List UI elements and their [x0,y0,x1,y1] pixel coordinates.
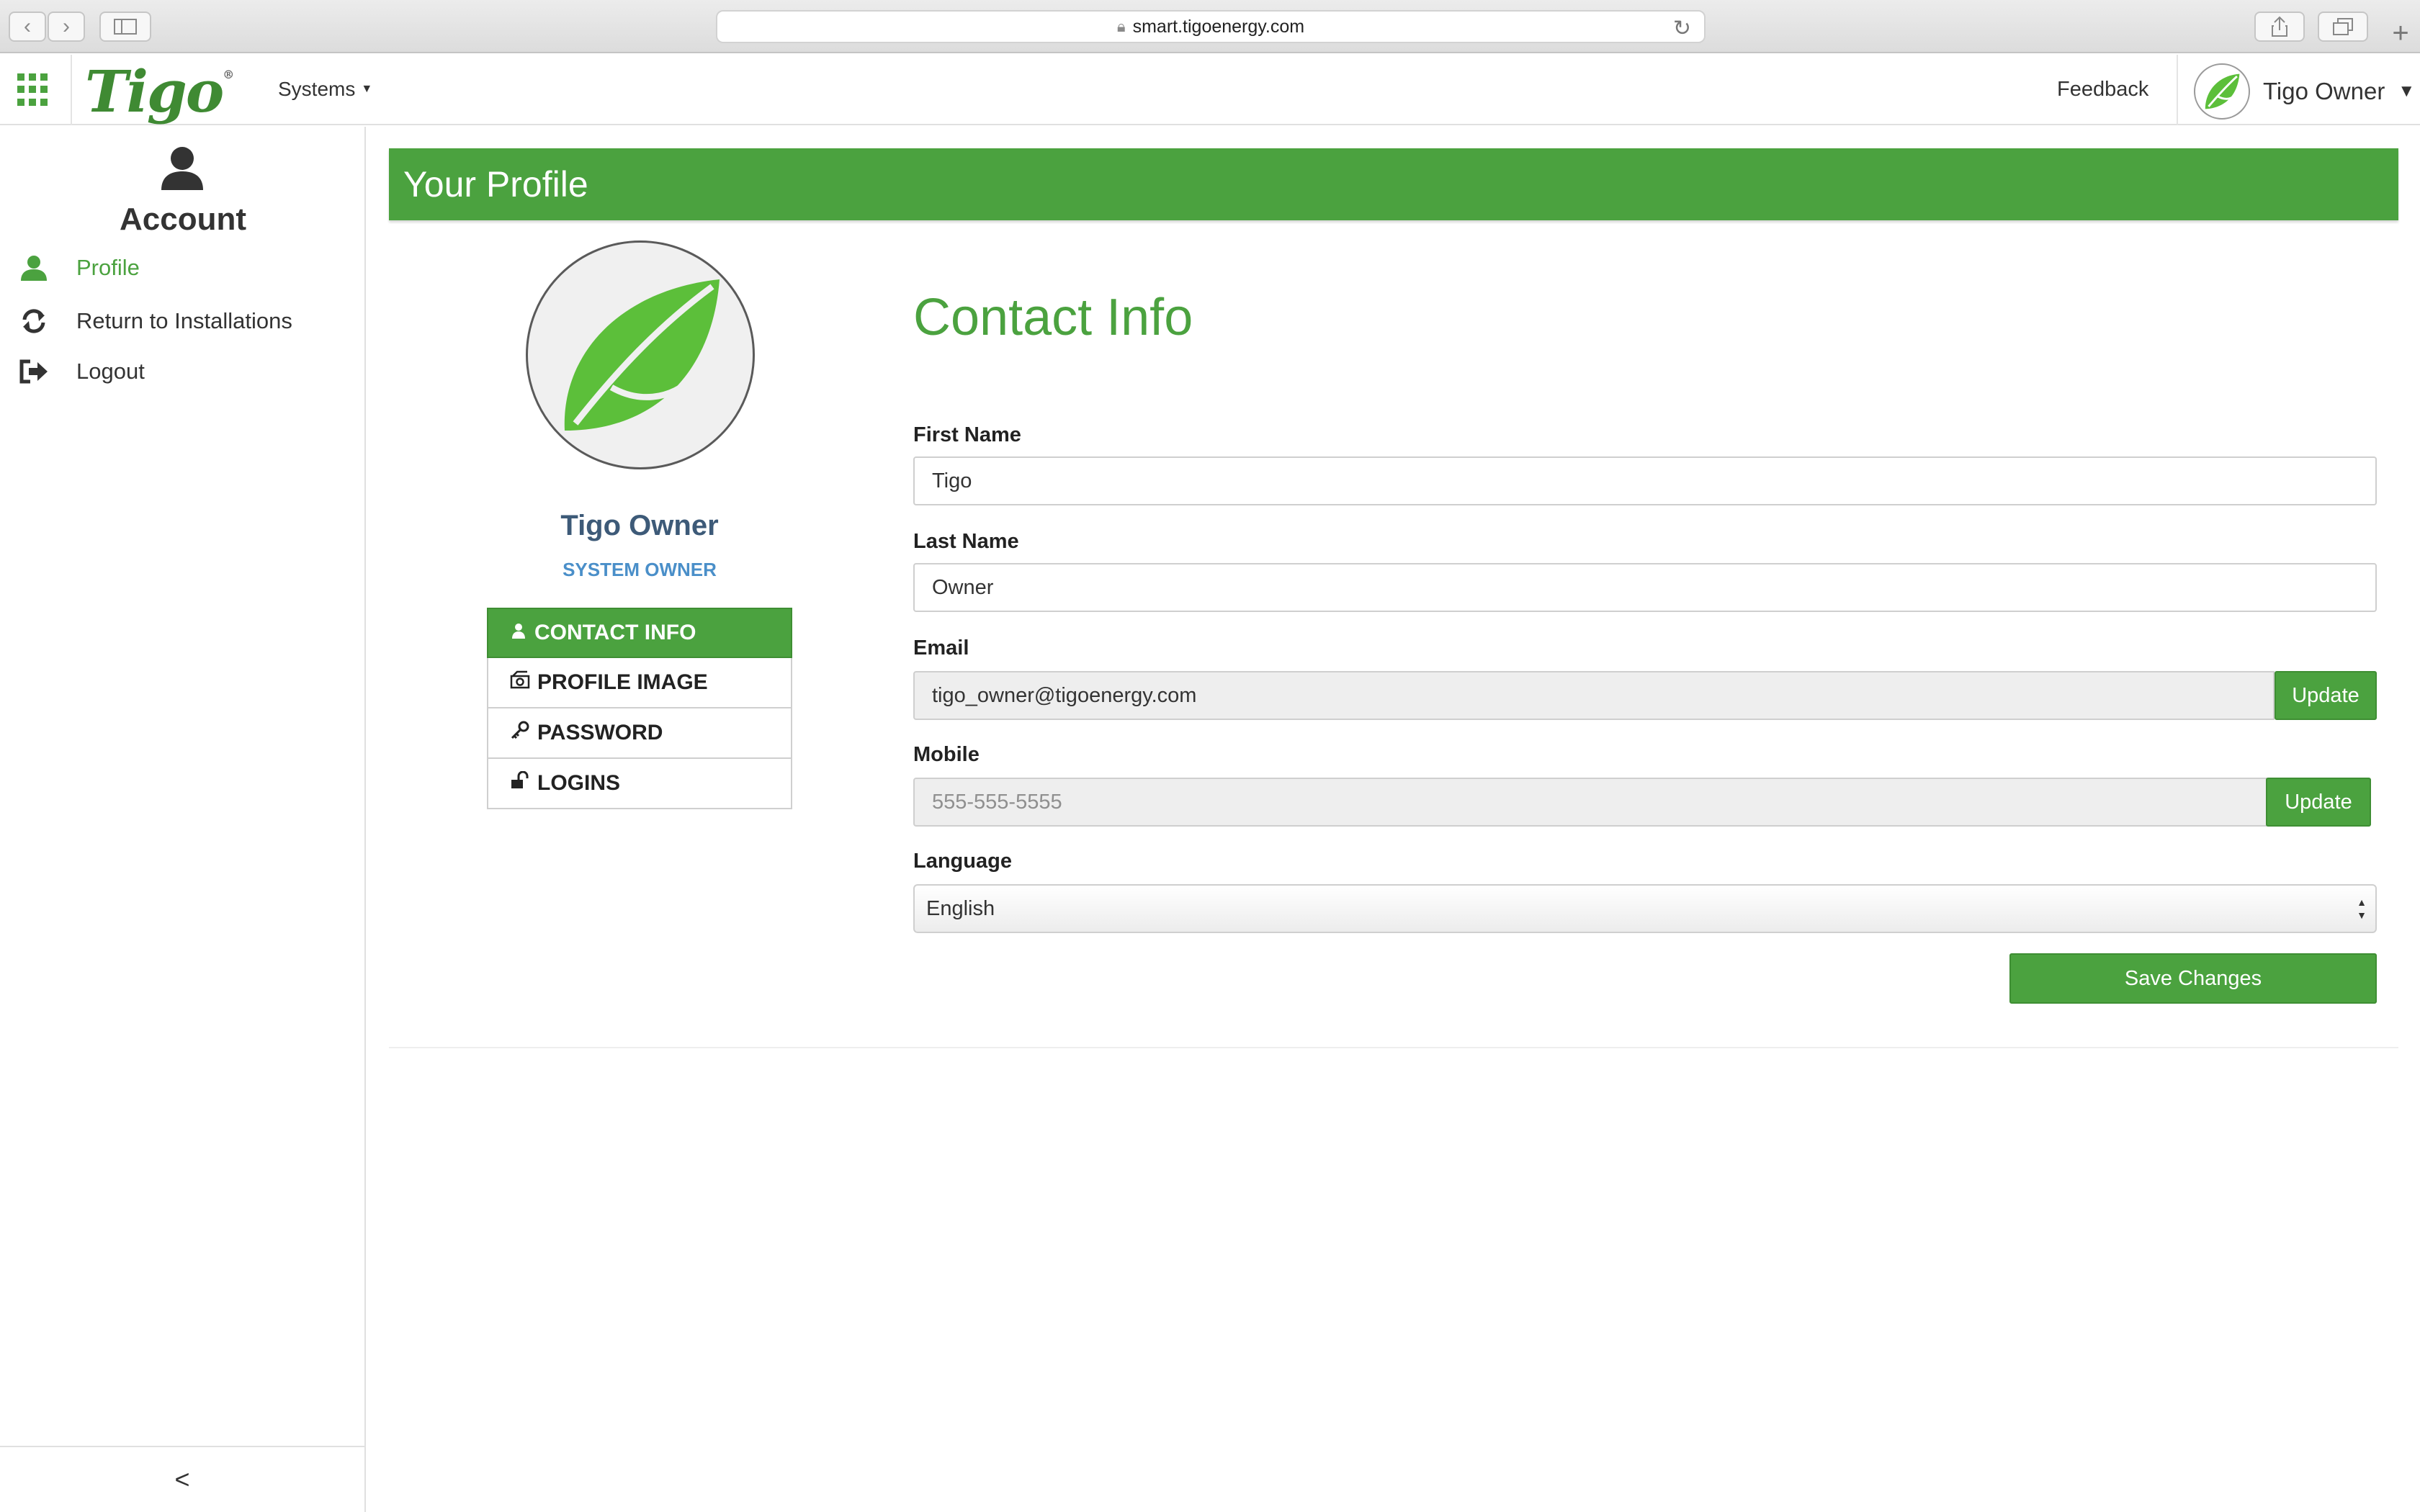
language-label: Language [913,850,1012,873]
sidebar-item-label: Profile [76,255,140,280]
user-menu[interactable]: Tigo Owner ▼ [2194,63,2415,120]
mobile-field[interactable]: 555-555-5555 [913,778,2267,827]
tabs-icon [2333,18,2353,35]
sidebar-collapse-button[interactable]: < [0,1446,364,1512]
apps-grid-icon[interactable] [17,73,50,107]
user-name: Tigo Owner [2263,78,2385,104]
first-name-field[interactable]: Tigo [913,456,2377,505]
caret-down-icon: ▼ [2398,81,2416,101]
tigo-logo[interactable]: Tigo® [85,58,234,125]
share-icon [2272,16,2287,37]
unlock-icon [510,770,530,796]
profile-name: Tigo Owner [560,510,719,541]
tab-contact-info[interactable]: CONTACT INFO [487,608,792,658]
account-icon [158,144,206,195]
profile-avatar [526,240,755,469]
first-name-label: First Name [913,423,1021,446]
caret-down-icon: ▼ [361,83,373,95]
sidebar-title: Account [120,202,246,237]
sidebar-item-logout[interactable]: Logout [17,359,145,384]
url-text: smart.tigoenergy.com [1132,16,1305,37]
leaf-icon [2205,73,2240,109]
key-icon [510,720,530,746]
language-select[interactable]: English ▲ ▼ [913,884,2377,933]
last-name-field[interactable]: Owner [913,563,2377,612]
content-divider [389,1047,2398,1048]
sidebar-toggle-button[interactable] [99,12,151,42]
sidebar-item-label: Logout [76,359,145,384]
new-tab-button[interactable]: + [2381,13,2420,53]
user-icon [17,255,50,281]
leaf-icon [564,279,720,431]
sidebar: Account Profile Return to Installations … [0,127,366,1512]
tab-profile-image[interactable]: PROFILE IMAGE [487,658,792,708]
sidebar-icon [114,19,137,35]
tab-logins[interactable]: LOGINS [487,759,792,809]
refresh-icon [17,307,50,336]
user-icon [510,621,527,645]
contact-info-form: Contact Info First Name Tigo Last Name O… [913,288,2377,1004]
app-header: Tigo® Systems ▼ Feedback Tigo Owner ▼ [0,55,2420,125]
last-name-label: Last Name [913,530,1019,553]
email-label: Email [913,636,969,660]
email-field[interactable]: tigo_owner@tigoenergy.com [913,671,2275,720]
select-arrows-icon: ▲ ▼ [2357,896,2367,921]
save-changes-button[interactable]: Save Changes [2009,953,2377,1004]
camera-icon [510,670,530,695]
systems-menu[interactable]: Systems ▼ [278,78,372,101]
sidebar-item-profile[interactable]: Profile [17,255,140,281]
browser-toolbar: ‹ › 🔒︎ smart.tigoenergy.com ↻ + [0,0,2420,53]
mobile-label: Mobile [913,743,980,766]
back-button[interactable]: ‹ [9,12,46,42]
tabs-overview-button[interactable] [2318,12,2368,42]
profile-tabs: CONTACT INFO PROFILE IMAGE PASSWORD LOGI… [487,608,792,809]
profile-role: SYSTEM OWNER [563,559,717,580]
form-title: Contact Info [913,289,1193,346]
page-title-banner: Your Profile [389,148,2398,220]
update-mobile-button[interactable]: Update [2266,778,2371,827]
update-email-button[interactable]: Update [2275,671,2377,720]
sidebar-item-return-to-installations[interactable]: Return to Installations [17,307,292,336]
logout-icon [17,359,50,384]
chevron-left-icon: < [174,1464,190,1494]
page-title: Your Profile [403,164,588,204]
share-button[interactable] [2254,12,2305,42]
address-bar[interactable]: 🔒︎ smart.tigoenergy.com ↻ [716,10,1706,43]
tab-password[interactable]: PASSWORD [487,708,792,759]
plus-icon: + [2392,17,2409,49]
reload-icon[interactable]: ↻ [1673,16,1691,41]
lock-icon: 🔒︎ [1116,17,1126,35]
avatar [2194,63,2250,120]
forward-button[interactable]: › [48,12,85,42]
feedback-link[interactable]: Feedback [2057,78,2148,102]
sidebar-item-label: Return to Installations [76,308,292,333]
